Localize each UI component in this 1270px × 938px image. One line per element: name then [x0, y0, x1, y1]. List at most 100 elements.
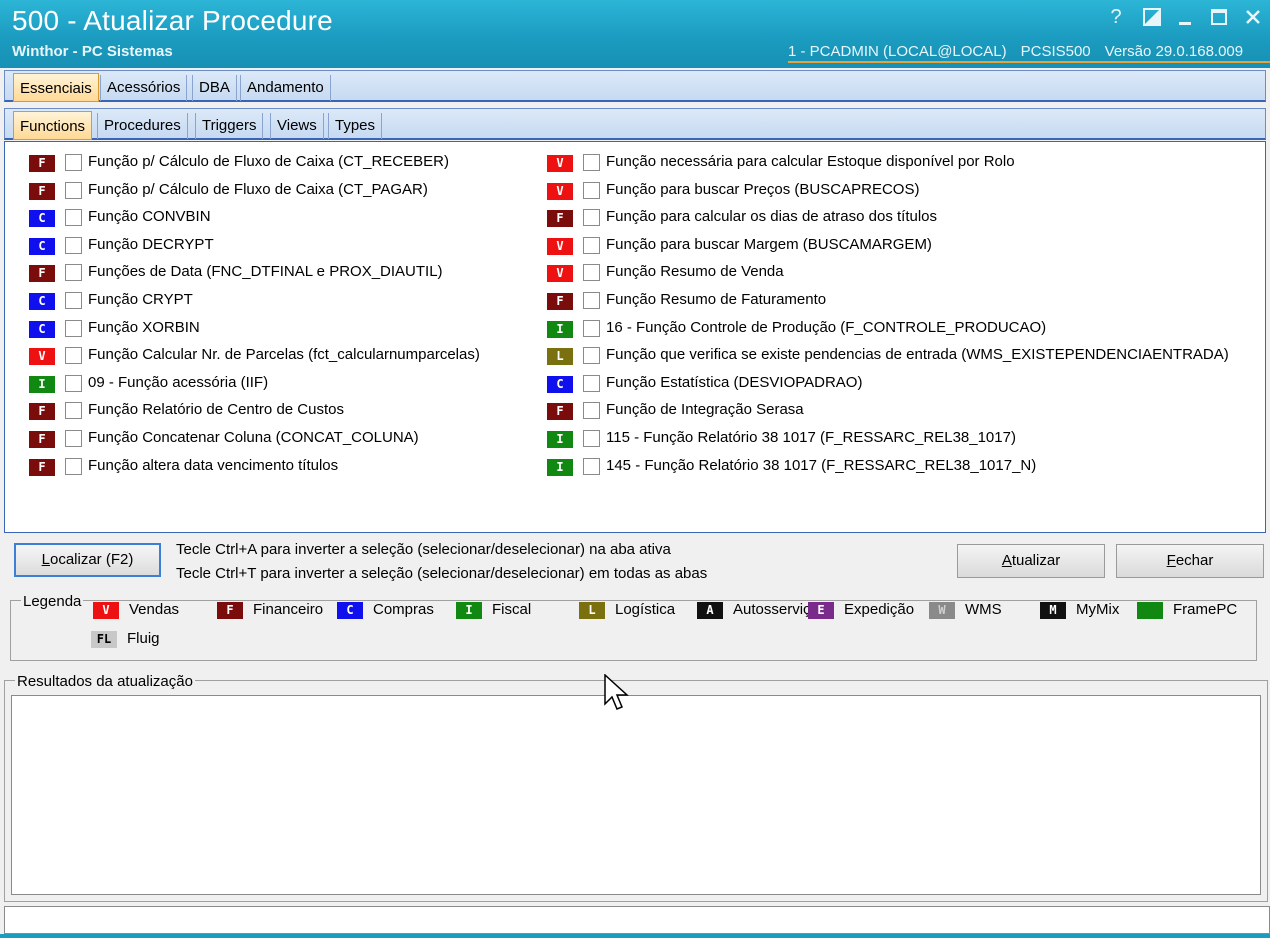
- close-icon: [1246, 10, 1260, 24]
- tab-andamento[interactable]: Andamento: [240, 75, 331, 101]
- function-label: Função p/ Cálculo de Fluxo de Caixa (CT_…: [88, 153, 449, 170]
- version-label: Versão 29.0.168.009: [1104, 43, 1244, 60]
- maximize-button[interactable]: [1206, 6, 1232, 26]
- function-checkbox[interactable]: [583, 402, 600, 420]
- maximize-icon: [1211, 9, 1227, 25]
- function-checkbox[interactable]: [65, 209, 82, 227]
- category-badge: V: [29, 348, 55, 366]
- function-checkbox[interactable]: [65, 181, 82, 199]
- help-button[interactable]: ?: [1103, 6, 1129, 29]
- tab-dba[interactable]: DBA: [192, 75, 237, 101]
- close-button[interactable]: [1240, 6, 1266, 26]
- function-checkbox[interactable]: [65, 347, 82, 365]
- function-checkbox[interactable]: [583, 457, 600, 475]
- function-label: Função para buscar Preços (BUSCAPRECOS): [606, 180, 920, 198]
- function-checkbox[interactable]: [583, 429, 600, 447]
- atualizar-button[interactable]: Atualizar: [957, 544, 1105, 578]
- function-checkbox[interactable]: [583, 291, 600, 309]
- fechar-button[interactable]: Fechar: [1116, 544, 1264, 578]
- function-checkbox[interactable]: [583, 181, 600, 199]
- minimize-icon: [1179, 22, 1191, 25]
- tab-triggers[interactable]: Triggers: [195, 113, 264, 139]
- tab-acessorios[interactable]: Acessórios: [100, 75, 188, 101]
- session-info: 1 - PCADMIN (LOCAL@LOCAL) PCSIS500 Versão …: [788, 43, 1270, 63]
- legend-label: Logística: [615, 601, 676, 618]
- function-label: Função Resumo de Faturamento: [606, 290, 827, 308]
- function-label: Função Relatório de Centro de Custos: [88, 401, 344, 419]
- function-label: 115 - Função Relatório 38 1017 (F_RESSAR…: [606, 428, 1016, 446]
- function-label: Função Concatenar Coluna (CONCAT_COLUNA): [88, 428, 419, 446]
- category-badge: I: [547, 430, 573, 448]
- function-checkbox[interactable]: [65, 291, 82, 309]
- legend-badge: L: [579, 602, 605, 619]
- legend-label: Fiscal: [492, 601, 532, 618]
- legend-label: Expedição: [844, 601, 915, 618]
- function-label: Função que verifica se existe pendencias…: [606, 346, 1229, 364]
- sub-tab-strip: Functions Procedures Triggers Views Type…: [4, 108, 1266, 140]
- legend-group: Legenda V Vendas F Financeiro C Compras I Fisca…: [10, 593, 1257, 661]
- category-badge: F: [547, 403, 573, 421]
- function-checkbox[interactable]: [65, 319, 82, 337]
- window-bottom-border: [0, 934, 1270, 938]
- function-checkbox[interactable]: [65, 236, 82, 254]
- legend-label: WMS: [965, 601, 1002, 618]
- program-label: PCSIS500: [1020, 43, 1091, 60]
- function-checkbox[interactable]: [583, 374, 600, 392]
- minimize-button[interactable]: [1172, 6, 1198, 26]
- legend-label: Autosserviço: [733, 601, 819, 618]
- restore-panel-button[interactable]: [1139, 6, 1165, 26]
- tab-essenciais[interactable]: Essenciais: [13, 73, 99, 102]
- function-checkbox[interactable]: [65, 264, 82, 282]
- results-textarea[interactable]: [11, 695, 1261, 895]
- panel-icon: [1143, 8, 1161, 26]
- function-checkbox[interactable]: [65, 374, 82, 392]
- tab-procedures[interactable]: Procedures: [97, 113, 188, 139]
- window-title: 500 - Atualizar Procedure: [12, 5, 333, 36]
- function-label: Função p/ Cálculo de Fluxo de Caixa (CT_…: [88, 180, 428, 198]
- function-label: Função Estatística (DESVIOPADRAO): [606, 373, 863, 391]
- category-badge: C: [29, 292, 55, 310]
- function-checkbox[interactable]: [65, 402, 82, 420]
- function-label: Funções de Data (FNC_DTFINAL e PROX_DIAU…: [88, 263, 443, 281]
- category-badge: F: [29, 182, 55, 200]
- legend-badge: M: [1040, 602, 1066, 619]
- localizar-button[interactable]: Localizar (F2): [14, 543, 161, 577]
- tab-views[interactable]: Views: [270, 113, 324, 139]
- category-badge: V: [547, 265, 573, 283]
- function-checkbox[interactable]: [583, 264, 600, 282]
- function-label: Função Resumo de Venda: [606, 263, 784, 281]
- category-badge: F: [547, 210, 573, 228]
- category-badge: V: [547, 155, 573, 172]
- function-checkbox[interactable]: [583, 154, 600, 171]
- function-checkbox[interactable]: [65, 429, 82, 447]
- function-label: 145 - Função Relatório 38 1017 (F_RESSAR…: [606, 456, 1037, 474]
- category-badge: I: [29, 375, 55, 393]
- legend-badge: E: [808, 602, 834, 619]
- legend-badge: C: [337, 602, 363, 619]
- category-badge: C: [547, 375, 573, 393]
- window-subtitle: Winthor - PC Sistemas: [12, 43, 173, 60]
- category-badge: F: [29, 265, 55, 283]
- category-badge: F: [29, 430, 55, 448]
- function-checkbox[interactable]: [583, 209, 600, 227]
- function-checkbox[interactable]: [65, 457, 82, 475]
- function-checkbox[interactable]: [65, 154, 82, 171]
- category-badge: L: [547, 348, 573, 366]
- category-badge: I: [547, 320, 573, 338]
- tab-types[interactable]: Types: [328, 113, 383, 139]
- functions-panel: F Função p/ Cálculo de Fluxo de Caixa (CT…: [4, 141, 1266, 533]
- function-checkbox[interactable]: [583, 319, 600, 337]
- function-checkbox[interactable]: [583, 347, 600, 365]
- category-badge: V: [547, 237, 573, 255]
- category-badge: V: [547, 182, 573, 200]
- hint-ctrl-t: Tecle Ctrl+T para inverter a seleção (se…: [176, 565, 708, 582]
- legend-label: Vendas: [129, 601, 180, 618]
- function-label: Função DECRYPT: [88, 235, 214, 253]
- category-badge: C: [29, 237, 55, 255]
- function-label: 16 - Função Controle de Produção (F_CONT…: [606, 318, 1047, 336]
- tab-functions[interactable]: Functions: [13, 111, 93, 140]
- function-checkbox[interactable]: [583, 236, 600, 254]
- legend-badge: I: [456, 602, 482, 619]
- function-label: Função CRYPT: [88, 290, 193, 308]
- user-label: 1 - PCADMIN (LOCAL@LOCAL): [788, 43, 1007, 60]
